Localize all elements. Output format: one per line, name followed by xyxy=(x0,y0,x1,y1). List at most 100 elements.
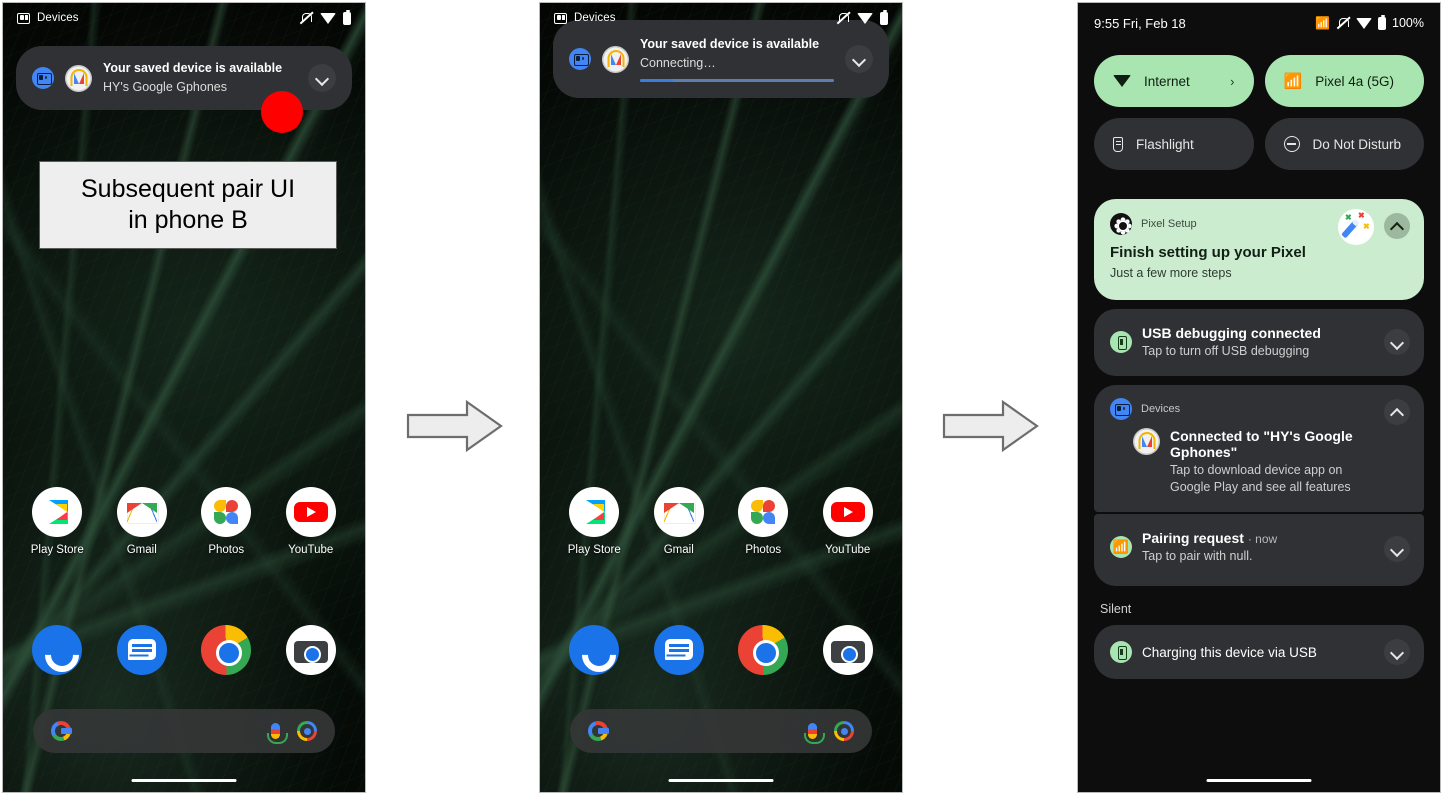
chrome-icon[interactable] xyxy=(201,625,252,675)
notification-title: Your saved device is available xyxy=(103,61,283,75)
notification-title: Connected to "HY's Google Gphones" xyxy=(1170,427,1353,460)
notification-text: Just a few more steps xyxy=(1110,266,1232,280)
chevron-right-icon[interactable]: › xyxy=(1230,74,1234,89)
notification-pairing-request[interactable]: 📶 Pairing request · now Tap to pair with… xyxy=(1094,513,1424,587)
battery-icon xyxy=(1378,14,1387,30)
qs-tile-do-not-disturb[interactable]: Do Not Disturb xyxy=(1264,118,1424,170)
qs-tile-bluetooth[interactable]: 📶 Pixel 4a (5G) xyxy=(1264,55,1424,107)
red-highlight-dot xyxy=(261,91,303,133)
phone-b-app-row: Play Store Gmail Photos YouTube xyxy=(540,487,902,556)
phone-b-dock xyxy=(540,625,902,675)
callout-line-1: Subsequent pair UI xyxy=(80,174,296,203)
app-label: YouTube xyxy=(288,544,334,556)
phone-icon[interactable] xyxy=(32,625,83,675)
chevron-up-icon[interactable] xyxy=(1384,213,1410,239)
app-label: Gmail xyxy=(126,544,157,556)
quick-settings-tiles: Internet › 📶 Pixel 4a (5G) Flashlight Do… xyxy=(1094,55,1424,170)
arrow-right-2 xyxy=(941,398,1041,459)
microphone-icon[interactable] xyxy=(267,723,288,744)
chevron-up-icon[interactable] xyxy=(1384,398,1410,425)
devices-icon xyxy=(1110,397,1132,420)
phone-b-status-bar: Devices xyxy=(540,3,902,33)
usb-icon xyxy=(1110,641,1132,664)
notification-charging-usb[interactable]: Charging this device via USB xyxy=(1094,625,1424,680)
messages-icon[interactable] xyxy=(116,625,167,675)
phone-a-status-bar: Devices xyxy=(3,3,365,33)
app-youtube[interactable]: YouTube xyxy=(279,487,343,556)
silent-section-label: Silent xyxy=(1100,602,1132,617)
mute-icon xyxy=(299,11,313,25)
google-g-icon xyxy=(51,721,72,741)
chevron-down-icon[interactable] xyxy=(1384,535,1410,562)
phone-c-status-bar: 9:55 Fri, Feb 18 📶 100% xyxy=(1078,3,1440,43)
flashlight-icon xyxy=(1113,136,1123,152)
notification-title: Pairing request · now xyxy=(1142,530,1277,546)
phone-a-heads-up-notification[interactable]: Your saved device is available HY's Goog… xyxy=(16,46,352,110)
device-logo-icon xyxy=(1133,427,1160,455)
phone-a-app-row: Play Store Gmail Photos YouTube xyxy=(3,487,365,556)
app-youtube[interactable]: YouTube xyxy=(816,487,880,556)
callout-label: Subsequent pair UI in phone B xyxy=(39,161,337,249)
google-lens-icon[interactable] xyxy=(297,721,317,741)
notification-subtitle: HY's Google Gphones xyxy=(103,79,227,94)
do-not-disturb-icon xyxy=(1283,136,1300,152)
notification-devices-connected[interactable]: Devices Connected to "HY's Google Gphone… xyxy=(1094,384,1424,512)
bluetooth-icon: 📶 xyxy=(1315,16,1331,30)
mute-icon xyxy=(836,11,850,25)
app-play-store[interactable]: Play Store xyxy=(25,487,89,556)
navigation-handle[interactable] xyxy=(668,778,774,782)
play-store-icon xyxy=(569,487,620,537)
notification-timestamp: · now xyxy=(1247,531,1278,546)
gmail-icon xyxy=(116,487,167,537)
google-search-bar[interactable] xyxy=(570,709,872,753)
app-play-store[interactable]: Play Store xyxy=(562,487,626,556)
app-gmail[interactable]: Gmail xyxy=(647,487,711,556)
notification-title-text: Pairing request xyxy=(1142,529,1244,546)
notification-subtitle: Connecting… xyxy=(640,55,716,70)
app-gmail[interactable]: Gmail xyxy=(110,487,174,556)
phone-icon[interactable] xyxy=(569,625,620,675)
notification-text: Tap to download device app on Google Pla… xyxy=(1170,462,1351,494)
devices-icon xyxy=(32,67,54,89)
navigation-handle[interactable] xyxy=(131,778,237,782)
devices-icon xyxy=(569,48,591,70)
qs-tile-label: Flashlight xyxy=(1136,136,1194,152)
google-photos-icon xyxy=(201,487,252,537)
app-label: Photos xyxy=(745,544,782,556)
qs-tile-label: Pixel 4a (5G) xyxy=(1315,73,1394,89)
google-lens-icon[interactable] xyxy=(834,721,854,741)
camera-icon[interactable] xyxy=(822,625,873,675)
gmail-icon xyxy=(653,487,704,537)
camera-icon[interactable] xyxy=(285,625,336,675)
qs-tile-flashlight[interactable]: Flashlight xyxy=(1094,118,1254,170)
connecting-progress-bar xyxy=(640,79,834,82)
status-app-label: Devices xyxy=(574,12,616,24)
phone-a-dock xyxy=(3,625,365,675)
qs-tile-label: Do Not Disturb xyxy=(1312,136,1402,152)
notification-list: Pixel Setup Finish setting up your Pixel… xyxy=(1094,199,1424,688)
notification-pixel-setup[interactable]: Pixel Setup Finish setting up your Pixel… xyxy=(1094,199,1424,300)
chevron-down-icon[interactable] xyxy=(845,45,873,73)
app-label: Gmail xyxy=(663,544,694,556)
device-logo-icon xyxy=(65,64,92,92)
devices-icon xyxy=(17,12,30,24)
google-g-icon xyxy=(588,721,609,741)
chrome-icon[interactable] xyxy=(738,625,789,675)
notification-text: Tap to turn off USB debugging xyxy=(1142,343,1310,358)
notification-usb-debugging[interactable]: USB debugging connected Tap to turn off … xyxy=(1094,308,1424,376)
app-photos[interactable]: Photos xyxy=(194,487,258,556)
app-label: Photos xyxy=(208,544,245,556)
qs-tile-internet[interactable]: Internet › xyxy=(1094,55,1254,107)
messages-icon[interactable] xyxy=(653,625,704,675)
google-search-bar[interactable] xyxy=(33,709,335,753)
notification-title: USB debugging connected xyxy=(1142,324,1321,341)
phone-a-screen: Devices Your saved device is available H… xyxy=(2,2,366,793)
navigation-handle[interactable] xyxy=(1206,778,1312,782)
microphone-icon[interactable] xyxy=(804,723,825,744)
app-photos[interactable]: Photos xyxy=(731,487,795,556)
magic-wand-icon: ✖ ✖ ✖ xyxy=(1338,209,1374,245)
pixel-setup-gear-icon xyxy=(1110,213,1132,235)
notification-app-name: Devices xyxy=(1141,402,1181,415)
battery-percent-label: 100% xyxy=(1392,16,1424,30)
chevron-down-icon[interactable] xyxy=(308,64,336,92)
